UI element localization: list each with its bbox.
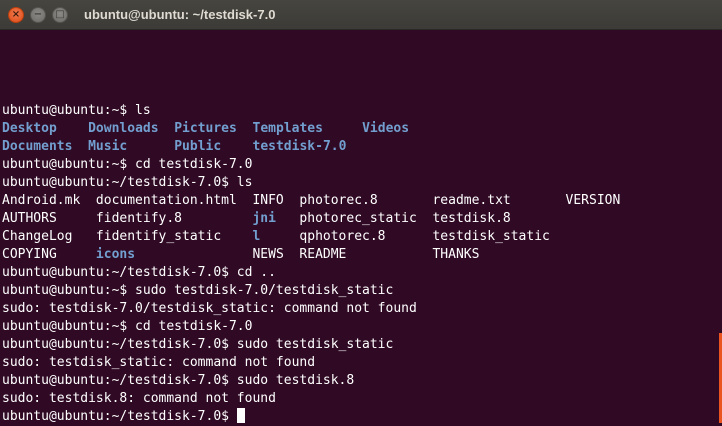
window-title: ubuntu@ubuntu: ~/testdisk-7.0 xyxy=(84,7,276,22)
title-bar[interactable]: × − □ ubuntu@ubuntu: ~/testdisk-7.0 xyxy=(0,0,722,30)
terminal-window: × − □ ubuntu@ubuntu: ~/testdisk-7.0 ubun… xyxy=(0,0,722,426)
terminal-line: ubuntu@ubuntu:~/testdisk-7.0$ cd .. xyxy=(2,264,718,282)
terminal-line: ubuntu@ubuntu:~/testdisk-7.0$ ls xyxy=(2,174,718,192)
terminal-line: sudo: testdisk_static: command not found xyxy=(2,354,718,372)
terminal-line: ubuntu@ubuntu:~/testdisk-7.0$ xyxy=(2,408,718,426)
terminal-text: AUTHORS fidentify.8 xyxy=(2,211,253,226)
directory-name: Videos xyxy=(362,121,410,136)
terminal-line: Desktop Downloads Pictures Templates Vid… xyxy=(2,120,718,138)
directory-name: Pictures xyxy=(174,121,237,136)
terminal-text: ubuntu@ubuntu:~/testdisk-7.0$ ls xyxy=(2,175,253,190)
terminal-line: ubuntu@ubuntu:~$ cd testdisk-7.0 xyxy=(2,318,718,336)
terminal-line: AUTHORS fidentify.8 jni photorec_static … xyxy=(2,210,718,228)
directory-name: Public xyxy=(174,139,222,154)
terminal-text: ubuntu@ubuntu:~/testdisk-7.0$ xyxy=(2,409,237,424)
close-icon: × xyxy=(11,9,21,20)
terminal-text: Android.mk documentation.html INFO photo… xyxy=(2,193,621,208)
terminal-line: ubuntu@ubuntu:~$ sudo testdisk-7.0/testd… xyxy=(2,282,718,300)
minimize-icon: − xyxy=(33,9,43,20)
directory-name: Desktop xyxy=(2,121,57,136)
terminal-line: ubuntu@ubuntu:~/testdisk-7.0$ sudo testd… xyxy=(2,372,718,390)
close-button[interactable]: × xyxy=(8,7,24,23)
directory-name: Documents xyxy=(2,139,73,154)
terminal-text: qphotorec.8 testdisk_static xyxy=(260,229,550,244)
directory-name: jni xyxy=(252,211,276,226)
minimize-button[interactable]: − xyxy=(30,7,46,23)
terminal-text: sudo: testdisk.8: command not found xyxy=(2,391,276,406)
terminal-text: ubuntu@ubuntu:~$ cd testdisk-7.0 xyxy=(2,319,253,334)
terminal-text: ubuntu@ubuntu:~/testdisk-7.0$ cd .. xyxy=(2,265,276,280)
maximize-icon: □ xyxy=(55,9,65,20)
terminal-text: NEWS README THANKS xyxy=(135,247,480,262)
terminal-text: ubuntu@ubuntu:~$ sudo testdisk-7.0/testd… xyxy=(2,283,394,298)
terminal-text: ubuntu@ubuntu:~/testdisk-7.0$ sudo testd… xyxy=(2,373,355,388)
terminal-text: ubuntu@ubuntu:~$ ls xyxy=(2,103,151,118)
directory-name: Music xyxy=(88,139,128,154)
terminal-line: ChangeLog fidentify_static l qphotorec.8… xyxy=(2,228,718,246)
terminal-text: sudo: testdisk_static: command not found xyxy=(2,355,316,370)
terminal-line: Documents Music Public testdisk-7.0 xyxy=(2,138,718,156)
terminal-output[interactable]: ubuntu@ubuntu:~$ ls Desktop Downloads Pic… xyxy=(2,102,718,426)
directory-name: Downloads xyxy=(88,121,159,136)
directory-name: icons xyxy=(95,247,136,262)
text-cursor xyxy=(236,408,245,423)
terminal-line: sudo: testdisk.8: command not found xyxy=(2,390,718,408)
terminal-text: COPYING xyxy=(2,247,96,262)
terminal-text: ubuntu@ubuntu:~/testdisk-7.0$ sudo testd… xyxy=(2,337,394,352)
terminal-text: sudo: testdisk-7.0/testdisk_static: comm… xyxy=(2,301,417,316)
terminal-line: Android.mk documentation.html INFO photo… xyxy=(2,192,718,210)
terminal-line: sudo: testdisk-7.0/testdisk_static: comm… xyxy=(2,300,718,318)
terminal-line: ubuntu@ubuntu:~$ ls xyxy=(2,102,718,120)
terminal-line: ubuntu@ubuntu:~/testdisk-7.0$ sudo testd… xyxy=(2,336,718,354)
terminal-text: ChangeLog fidentify_static xyxy=(2,229,253,244)
directory-name: testdisk-7.0 xyxy=(252,139,347,154)
terminal-line: ubuntu@ubuntu:~$ cd testdisk-7.0 xyxy=(2,156,718,174)
maximize-button[interactable]: □ xyxy=(52,7,68,23)
directory-name: Templates xyxy=(252,121,323,136)
terminal-text: ubuntu@ubuntu:~$ cd testdisk-7.0 xyxy=(2,157,253,172)
terminal-line: COPYING icons NEWS README THANKS xyxy=(2,246,718,264)
terminal-text: photorec_static testdisk.8 xyxy=(275,211,511,226)
